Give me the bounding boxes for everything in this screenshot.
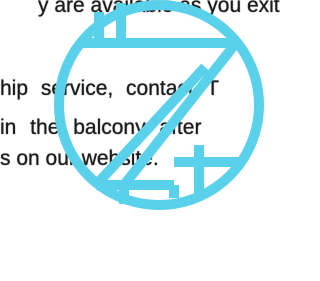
z-circle-logo — [54, 0, 264, 210]
logo-outer-ring — [54, 0, 264, 210]
logo-diagonal-inner — [92, 63, 209, 189]
image-canvas: y are available as you exit hip service,… — [0, 0, 307, 281]
